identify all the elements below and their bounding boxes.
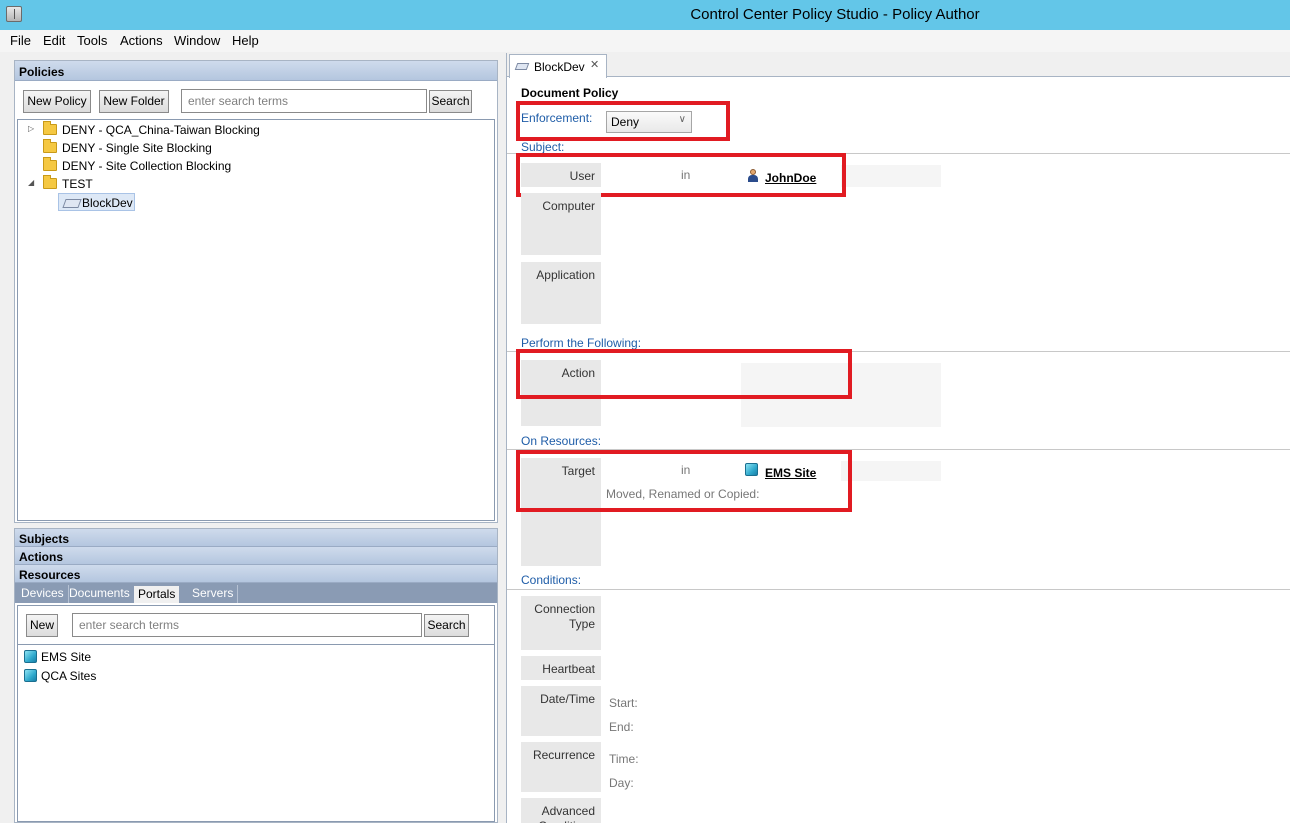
connection-type-label: Connection Type (521, 596, 601, 650)
window-title: Control Center Policy Studio - Policy Au… (690, 6, 980, 23)
day-label: Day: (609, 776, 634, 790)
start-label: Start: (609, 696, 638, 710)
recurrence-label: Recurrence (521, 742, 601, 792)
tab-servers[interactable]: Servers (188, 585, 239, 603)
policy-search-input[interactable]: enter search terms (181, 89, 427, 113)
policy-editor: BlockDev ✕ Document Policy Enforcement: … (506, 53, 1290, 823)
section-actions[interactable]: Actions (15, 547, 497, 565)
folder-icon (43, 139, 57, 153)
target-value-area[interactable] (841, 461, 941, 481)
tree-item-qca-china-taiwan[interactable]: ▷ DENY - QCA_China-Taiwan Blocking (18, 121, 318, 139)
end-label: End: (609, 720, 634, 734)
menu-window[interactable]: Window (174, 33, 220, 48)
folder-icon (43, 157, 57, 171)
datetime-label: Date/Time (521, 686, 601, 736)
expand-arrow-icon[interactable]: ▷ (28, 124, 34, 133)
portal-icon (24, 650, 37, 663)
tree-item-label: DENY - Site Collection Blocking (62, 159, 232, 173)
folder-icon (43, 175, 57, 189)
tree-item-test[interactable]: ◢ TEST (18, 175, 318, 193)
editor-tabbar: BlockDev ✕ (507, 53, 1290, 78)
menu-tools[interactable]: Tools (77, 33, 107, 48)
menu-help[interactable]: Help (232, 33, 259, 48)
subject-label: Subject: (521, 140, 565, 154)
tree-item-blockdev[interactable]: BlockDev (58, 193, 135, 211)
policy-tree: ▷ DENY - QCA_China-Taiwan Blocking DENY … (17, 119, 495, 521)
highlight-box-action (516, 349, 852, 399)
close-icon[interactable]: ✕ (590, 58, 599, 71)
new-policy-button[interactable]: New Policy (23, 90, 91, 113)
application-label: Application (521, 262, 601, 324)
highlight-box-enforcement (516, 101, 730, 141)
time-label: Time: (609, 752, 639, 766)
resource-search-button[interactable]: Search (424, 614, 469, 637)
heartbeat-label: Heartbeat (521, 656, 601, 680)
section-resources[interactable]: Resources (15, 565, 497, 583)
list-item-label: QCA Sites (41, 669, 97, 683)
menu-file[interactable]: File (10, 33, 31, 48)
policy-icon (62, 199, 82, 208)
highlight-box-user (516, 153, 846, 197)
advanced-conditions-label: Advanced Conditions (521, 798, 601, 823)
tree-item-site-collection[interactable]: DENY - Site Collection Blocking (18, 157, 318, 175)
tree-item-single-site[interactable]: DENY - Single Site Blocking (18, 139, 318, 157)
highlight-box-target (516, 450, 852, 512)
policies-header: Policies (15, 61, 497, 81)
policies-pane: Policies New Policy New Folder enter sea… (14, 60, 498, 523)
tab-devices[interactable]: Devices (17, 585, 69, 603)
separator (507, 589, 1290, 590)
resource-search-input[interactable]: enter search terms (72, 613, 422, 637)
menu-bar: File Edit Tools Actions Window Help (0, 30, 1290, 52)
resource-tabs: Devices Documents Portals Servers (15, 583, 497, 603)
policy-icon (514, 63, 530, 70)
menu-edit[interactable]: Edit (43, 33, 65, 48)
policy-search-button[interactable]: Search (429, 90, 472, 113)
conditions-label: Conditions: (521, 573, 582, 587)
collapse-arrow-icon[interactable]: ◢ (28, 178, 34, 187)
tree-item-label: DENY - QCA_China-Taiwan Blocking (62, 123, 260, 137)
computer-label: Computer (521, 193, 601, 255)
tab-documents[interactable]: Documents (65, 585, 135, 603)
tree-item-label: DENY - Single Site Blocking (62, 141, 212, 155)
tree-item-label: BlockDev (82, 196, 133, 210)
tab-label: BlockDev (534, 60, 585, 74)
list-item-qca-sites[interactable]: QCA Sites (24, 667, 224, 685)
components-pane: Subjects Actions Resources Devices Docum… (14, 528, 498, 823)
folder-icon (43, 121, 57, 135)
list-item-label: EMS Site (41, 650, 92, 664)
tab-portals[interactable]: Portals (133, 585, 181, 603)
portal-icon (24, 669, 37, 682)
menu-actions[interactable]: Actions (120, 33, 163, 48)
on-resources-label: On Resources: (521, 434, 602, 448)
tree-item-label: TEST (62, 177, 93, 191)
title-bar: Control Center Policy Studio - Policy Au… (0, 0, 1290, 30)
resource-panel: New enter search terms Search EMS Site Q… (17, 605, 495, 822)
list-item-ems-site[interactable]: EMS Site (24, 648, 224, 666)
tab-blockdev[interactable]: BlockDev ✕ (509, 54, 607, 78)
user-value-area[interactable] (841, 165, 941, 187)
new-resource-button[interactable]: New (26, 614, 58, 637)
section-subjects[interactable]: Subjects (15, 529, 497, 547)
document-policy-title: Document Policy (521, 86, 619, 100)
perform-label: Perform the Following: (521, 336, 642, 350)
new-folder-button[interactable]: New Folder (99, 90, 169, 113)
